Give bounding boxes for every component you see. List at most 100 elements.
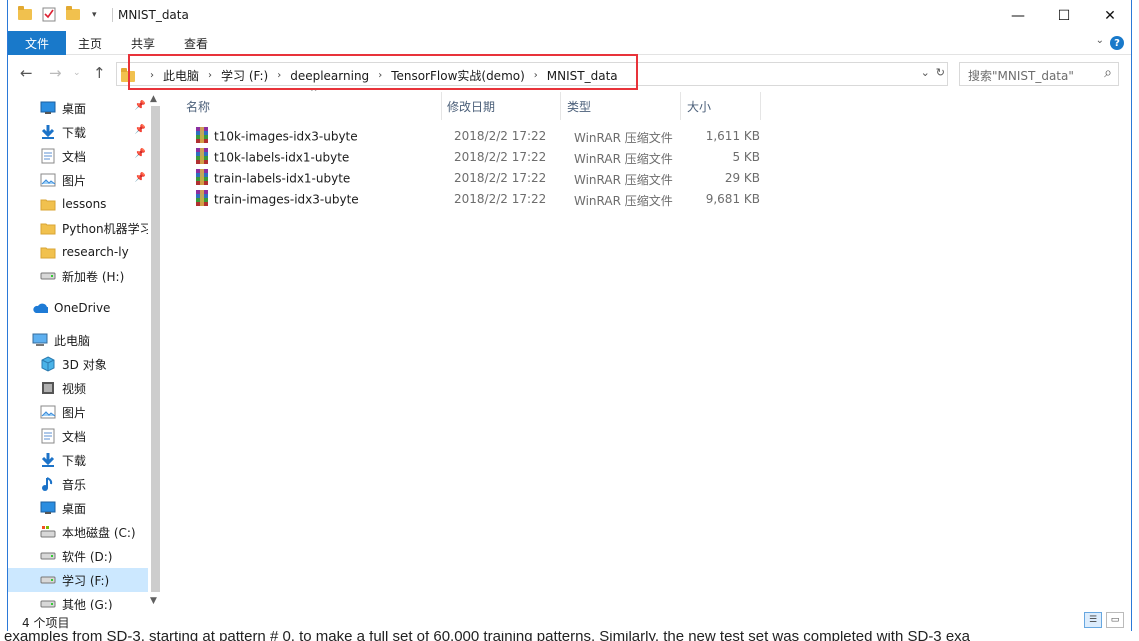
download-icon (40, 124, 56, 140)
close-button[interactable]: ✕ (1087, 0, 1133, 31)
tab-file[interactable]: 文件 (8, 31, 66, 55)
nav-item[interactable]: 下载 📌 (8, 120, 148, 144)
minimize-button[interactable]: — (995, 0, 1041, 31)
document-icon (40, 428, 56, 444)
file-name-text: t10k-labels-idx1-ubyte (214, 150, 350, 165)
nav-item[interactable]: 桌面 📌 (8, 96, 148, 120)
item-count: 4 个项目 (22, 616, 70, 630)
file-row[interactable]: train-images-idx3-ubyte 2018/2/2 17:22 Win… (180, 189, 760, 210)
file-name-text: train-labels-idx1-ubyte (214, 171, 351, 186)
nav-item[interactable]: 新加卷 (H:) (8, 264, 148, 288)
quick-access-dropdown-icon[interactable]: ▾ (92, 10, 106, 24)
refresh-icon[interactable]: ↻ (936, 66, 945, 79)
tab-view[interactable]: 查看 (184, 35, 208, 52)
nav-item[interactable]: 下载 (8, 448, 148, 472)
nav-item[interactable]: 此电脑 (8, 328, 148, 352)
help-icon[interactable]: ? (1110, 36, 1124, 50)
large-icons-view-icon[interactable]: ▭ (1106, 612, 1124, 628)
column-header-type[interactable]: 类型 (561, 92, 681, 120)
file-size: 29 KB (724, 171, 760, 185)
file-name-text: t10k-images-idx3-ubyte (214, 129, 358, 144)
recent-locations-chevron-icon[interactable]: ⌄ (73, 68, 81, 78)
nav-item[interactable]: 文档 (8, 424, 148, 448)
scroll-up-icon[interactable]: ▲ (150, 94, 157, 104)
address-highlight-box (128, 54, 638, 90)
back-arrow-icon[interactable]: ← (20, 64, 33, 82)
computer-icon (32, 332, 48, 348)
video-icon (40, 380, 56, 396)
file-row[interactable]: t10k-labels-idx1-ubyte 2018/2/2 17:22 WinR… (180, 147, 760, 168)
file-name: t10k-images-idx3-ubyte (194, 127, 358, 145)
pin-icon[interactable]: 📌 (135, 101, 146, 111)
nav-item[interactable]: lessons (8, 192, 148, 216)
details-view-icon[interactable]: ☰ (1084, 612, 1102, 628)
navigation-pane: 桌面 📌 下载 📌 文档 📌 图片 📌 lessons Python机器学习 research-ly… (8, 92, 163, 612)
nav-item-label: lessons (62, 197, 107, 211)
nav-item-label: 下载 (62, 125, 87, 140)
new-folder-icon[interactable] (66, 6, 80, 21)
search-icon[interactable]: ⌕ (1104, 65, 1112, 81)
file-row[interactable]: train-labels-idx1-ubyte 2018/2/2 17:22 Win… (180, 168, 760, 189)
forward-arrow-icon[interactable]: → (49, 64, 62, 82)
file-date: 2018/2/2 17:22 (454, 171, 547, 185)
pin-icon[interactable]: 📌 (135, 149, 146, 159)
up-arrow-icon[interactable]: ↑ (93, 64, 106, 82)
address-dropdown-chevron-icon[interactable]: ⌄ (921, 66, 930, 79)
nav-item-label: OneDrive (54, 301, 111, 315)
ribbon-tabs: 文件 主页 共享 查看 ⌄ ? (8, 31, 1131, 55)
tab-home[interactable]: 主页 (78, 35, 102, 52)
nav-item-label: Python机器学习 (62, 221, 152, 236)
nav-item[interactable]: 软件 (D:) (8, 544, 148, 568)
nav-item[interactable]: 音乐 (8, 472, 148, 496)
nav-item[interactable]: 学习 (F:) (8, 568, 148, 592)
nav-item-label: 学习 (F:) (62, 573, 110, 588)
nav-item[interactable]: Python机器学习 (8, 216, 152, 240)
drive-icon (40, 572, 56, 588)
file-date: 2018/2/2 17:22 (454, 150, 547, 164)
nav-pane-scrollbar[interactable]: ▲ ▼ (148, 92, 163, 610)
nav-item[interactable]: 视频 (8, 376, 148, 400)
column-header-date[interactable]: 修改日期 (441, 92, 561, 120)
nav-item[interactable]: 桌面 (8, 496, 148, 520)
music-icon (40, 476, 56, 492)
tab-share[interactable]: 共享 (131, 35, 155, 52)
scrollbar-thumb[interactable] (151, 106, 160, 592)
pin-icon[interactable]: 📌 (135, 125, 146, 135)
column-header-size[interactable]: 大小 (681, 92, 761, 120)
3d-objects-icon (40, 356, 56, 372)
file-name: train-images-idx3-ubyte (194, 190, 359, 208)
download-icon (40, 452, 56, 468)
file-row[interactable]: t10k-images-idx3-ubyte 2018/2/2 17:22 WinR… (180, 126, 760, 147)
folder-icon (40, 196, 56, 212)
file-size: 5 KB (732, 150, 760, 164)
search-box[interactable]: 搜索"MNIST_data" ⌕ (959, 62, 1119, 86)
nav-item[interactable]: research-ly (8, 240, 148, 264)
maximize-button[interactable]: ☐ (1041, 0, 1087, 31)
nav-item[interactable]: 3D 对象 (8, 352, 148, 376)
drive-icon (40, 548, 56, 564)
drive-icon (40, 268, 56, 284)
nav-item[interactable]: 本地磁盘 (C:) (8, 520, 148, 544)
file-type: WinRAR 压缩文件 (574, 194, 673, 208)
nav-item[interactable]: 图片 (8, 400, 148, 424)
column-header-name[interactable]: 名称 ^ (180, 88, 442, 120)
nav-item-label: 软件 (D:) (62, 549, 113, 564)
nav-item-label: 音乐 (62, 477, 87, 492)
pin-icon[interactable]: 📌 (135, 173, 146, 183)
nav-item[interactable]: 文档 📌 (8, 144, 148, 168)
nav-item[interactable]: OneDrive (8, 296, 148, 320)
background-document-text: examples from SD-3, starting at pattern … (0, 630, 1139, 641)
file-explorer-window: ▾ MNIST_data — ☐ ✕ 文件 主页 共享 查看 ⌄ ? ← → ⌄… (7, 0, 1132, 631)
scroll-down-icon[interactable]: ▼ (150, 596, 157, 606)
system-drive-icon (40, 524, 56, 540)
winrar-archive-icon (194, 169, 210, 185)
desktop-icon (40, 100, 56, 116)
nav-item-label: 视频 (62, 381, 87, 396)
expand-ribbon-chevron-icon[interactable]: ⌄ (1096, 35, 1104, 46)
search-placeholder: 搜索"MNIST_data" (968, 69, 1074, 83)
properties-icon[interactable] (42, 7, 56, 22)
nav-item[interactable]: 图片 📌 (8, 168, 148, 192)
file-type: WinRAR 压缩文件 (574, 152, 673, 166)
nav-item-label: 新加卷 (H:) (62, 269, 125, 284)
folder-icon (40, 244, 56, 260)
